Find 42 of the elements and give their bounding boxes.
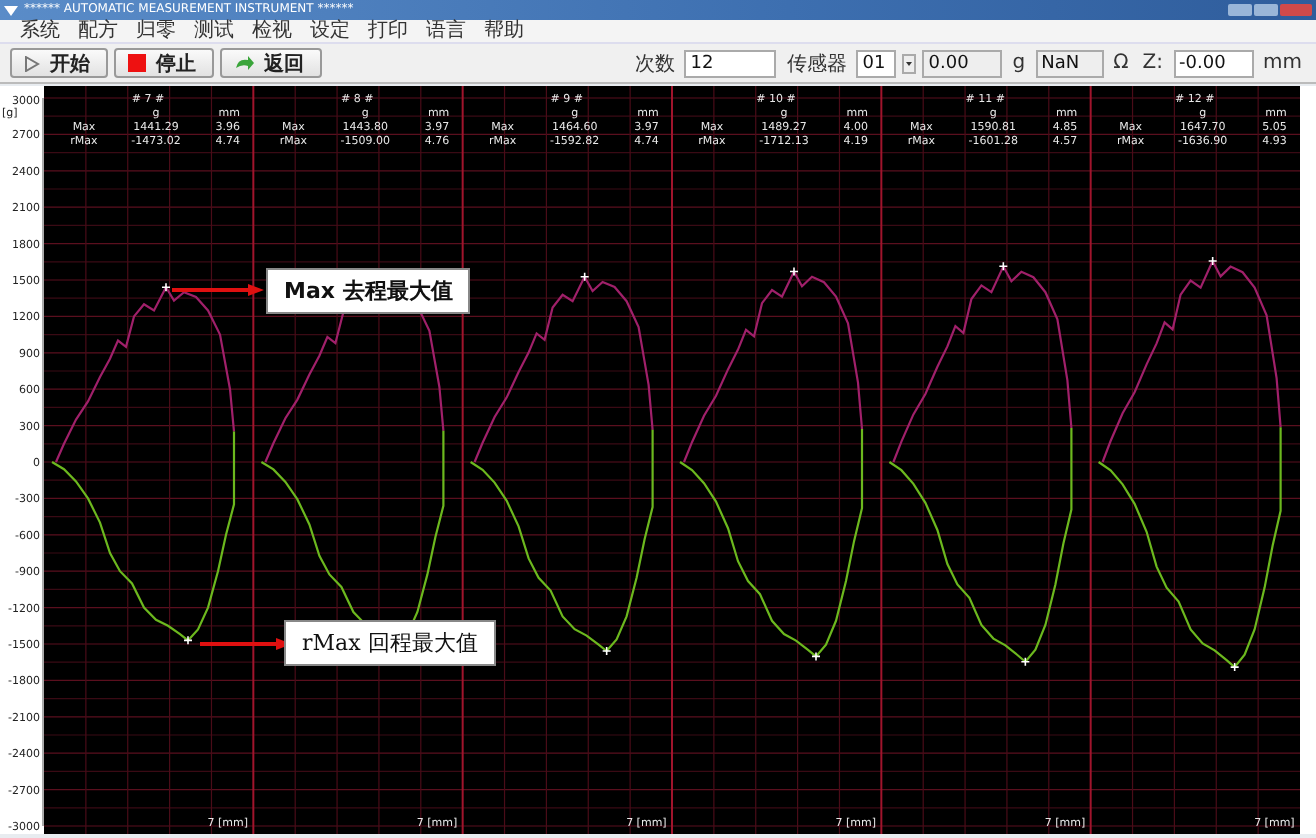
menu-item[interactable]: 测试 xyxy=(194,20,234,42)
menu-item[interactable]: 系统 xyxy=(20,20,60,42)
menu-item[interactable]: 配方 xyxy=(78,20,118,42)
z-label: Z: xyxy=(1142,52,1164,74)
max-marker xyxy=(1207,256,1218,266)
max-marker xyxy=(789,266,799,277)
count-label: 次数 xyxy=(634,51,675,77)
menu-item[interactable]: 帮助 xyxy=(484,20,524,42)
menu-item[interactable]: 设定 xyxy=(310,20,350,42)
min-marker xyxy=(1020,656,1031,667)
play-icon xyxy=(24,55,40,71)
max-marker xyxy=(161,282,171,293)
z-field: -0.00 xyxy=(1173,49,1254,77)
callout-label: Max 去程最大值 xyxy=(266,268,471,314)
max-marker xyxy=(579,272,590,282)
force-unit: g xyxy=(1012,52,1026,74)
resistance-field: NaN xyxy=(1035,49,1104,77)
resistance-unit: Ω xyxy=(1113,52,1129,74)
sensor-label: 传感器 xyxy=(786,51,847,77)
menu-item[interactable]: 语言 xyxy=(426,20,466,42)
toolbar-button[interactable]: 开始 xyxy=(10,48,108,78)
close-button[interactable] xyxy=(1280,4,1312,16)
min-marker xyxy=(1229,662,1240,672)
menu-item[interactable]: 归零 xyxy=(136,20,176,42)
menu-item[interactable]: 检视 xyxy=(252,20,292,42)
callout-label: rMax 回程最大值 xyxy=(284,620,496,666)
toolbar-button[interactable]: 停止 xyxy=(114,48,214,78)
count-field[interactable]: 12 xyxy=(684,49,777,77)
force-field: 0.00 xyxy=(922,49,1003,77)
maximize-button[interactable] xyxy=(1254,4,1278,16)
toolbar-button[interactable]: 返回 xyxy=(220,48,322,78)
sensor-dropdown[interactable]: 01 xyxy=(856,49,897,77)
min-marker xyxy=(601,646,612,656)
menu-item[interactable]: 打印 xyxy=(368,20,408,42)
min-marker xyxy=(183,635,193,646)
curved-arrow-icon xyxy=(234,54,254,72)
z-unit: mm xyxy=(1263,52,1302,74)
stop-icon xyxy=(128,54,146,72)
arrow xyxy=(172,284,264,296)
minimize-button[interactable] xyxy=(1228,4,1252,16)
max-marker xyxy=(998,261,1009,272)
min-marker xyxy=(811,651,821,662)
